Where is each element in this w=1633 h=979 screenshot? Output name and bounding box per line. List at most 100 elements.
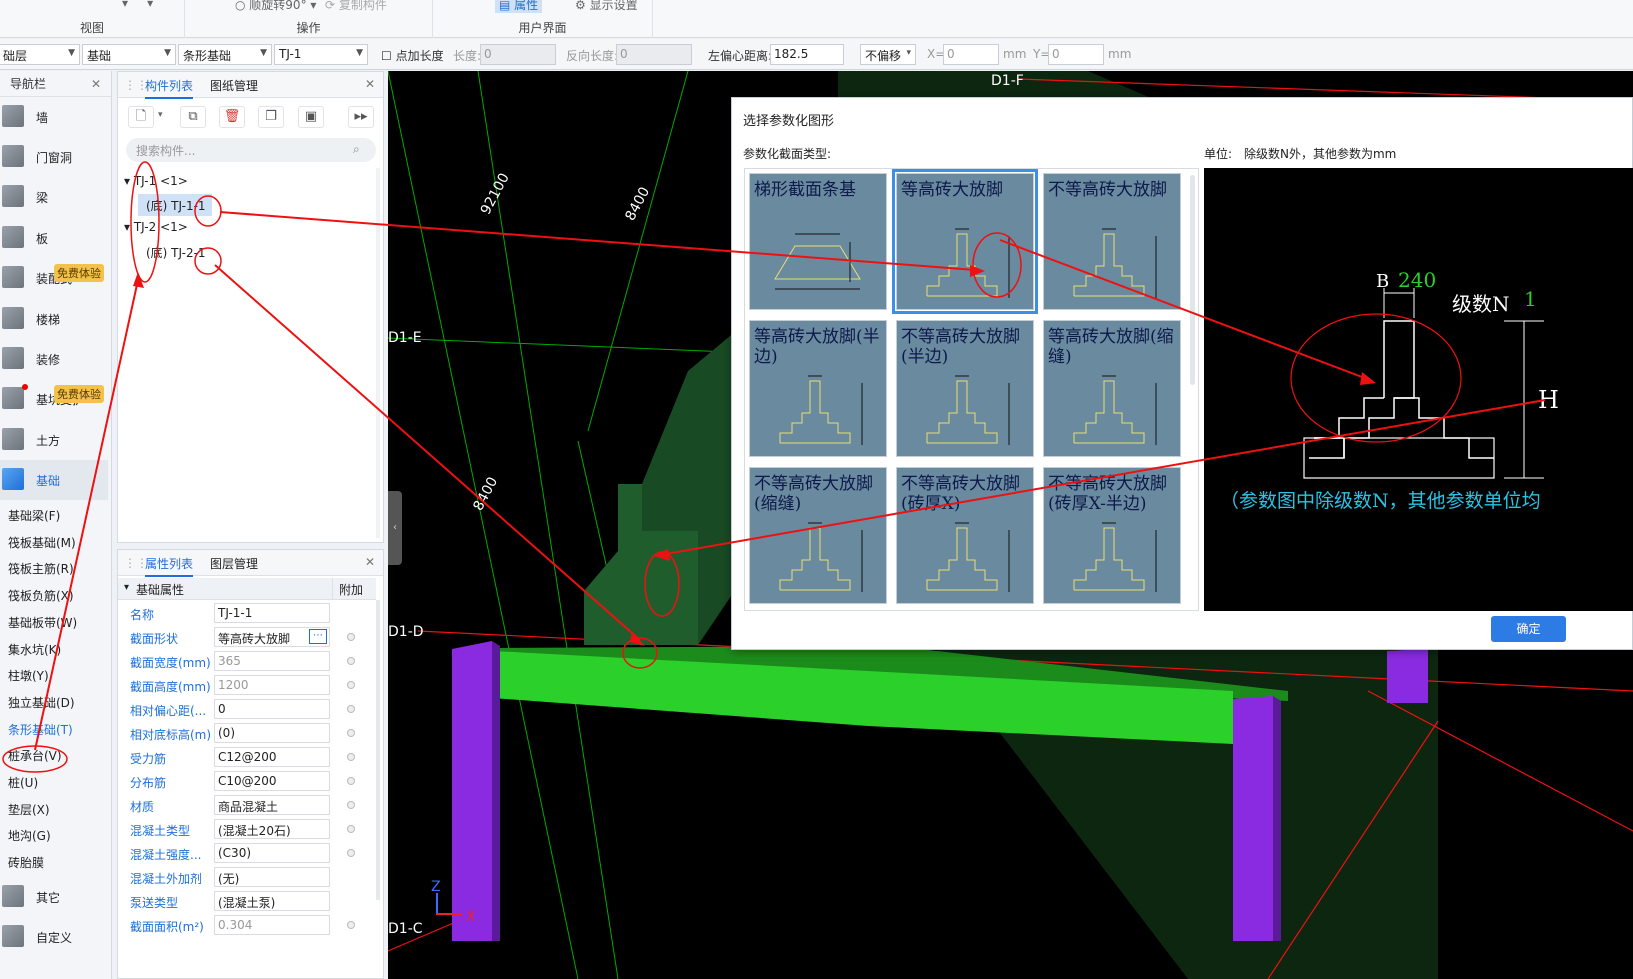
nav-subitem[interactable]: 地沟(G) [8, 827, 51, 844]
nav-item-decoration[interactable]: 装修 [0, 339, 108, 379]
close-icon[interactable]: ✕ [91, 71, 101, 97]
checkbox-icon[interactable] [347, 681, 355, 689]
property-value[interactable]: TJ-1-1 [214, 603, 330, 623]
search-input[interactable]: 搜索构件... [126, 138, 376, 162]
nav-item-slab[interactable]: 板 [0, 218, 108, 258]
nav-item-door-window[interactable]: 门窗洞 [0, 137, 108, 177]
shape-option[interactable]: 等高砖大放脚 [892, 169, 1038, 314]
ok-button[interactable]: 确定 [1491, 616, 1566, 642]
tab-drawing-manage[interactable]: 图纸管理 [210, 77, 258, 94]
nav-item-beam[interactable]: 梁 [0, 177, 108, 217]
checkbox-icon[interactable] [347, 657, 355, 665]
property-value[interactable]: (C30) [214, 843, 330, 863]
shape-option[interactable]: 不等高砖大放脚(缩缝) [749, 467, 887, 604]
nav-subitem[interactable]: 筏板负筋(X) [8, 587, 74, 604]
display-settings-button[interactable]: ⚙ 显示设置 [575, 0, 638, 13]
shape-option[interactable]: 梯形截面条基 [749, 173, 887, 310]
more-options-icon[interactable]: ⋯ [309, 629, 327, 644]
floor-select[interactable]: 础层 ▼ [0, 44, 80, 65]
property-row[interactable]: 截面形状 等高砖大放脚 ⋯ [118, 625, 376, 649]
property-value[interactable]: 等高砖大放脚 ⋯ [214, 627, 330, 647]
scrollbar[interactable] [376, 168, 380, 538]
nav-subitem[interactable]: 筏板主筋(R) [8, 560, 74, 577]
nav-item-foundation[interactable]: 基础 [0, 460, 108, 500]
checkbox-icon[interactable] [347, 753, 355, 761]
tree-leaf-tj2-1[interactable]: (底) TJ-2-1 [146, 244, 206, 261]
nav-subitem[interactable]: 集水坑(K) [8, 641, 61, 658]
tree-node-tj1[interactable]: ▾ TJ-1 <1> [124, 174, 188, 188]
property-row[interactable]: 受力筋 C12@200 [118, 745, 376, 769]
property-value[interactable]: C10@200 [214, 771, 330, 791]
property-value[interactable]: 0 [214, 699, 330, 719]
property-value[interactable]: (混凝土20石) [214, 819, 330, 839]
property-row[interactable]: 混凝土类型 (混凝土20石) [118, 817, 376, 841]
property-row[interactable]: 材质 商品混凝土 [118, 793, 376, 817]
nav-item-prefab[interactable]: 装配式免费体验 [0, 258, 108, 298]
nav-subitem[interactable]: 砖胎膜 [8, 854, 44, 871]
property-value[interactable]: 0.304 [214, 915, 330, 935]
scrollbar[interactable] [376, 600, 380, 900]
nav-subitem[interactable]: 桩承台(V) [8, 747, 62, 764]
shape-option[interactable]: 不等高砖大放脚(半边) [896, 320, 1034, 457]
shape-option[interactable]: 不等高砖大放脚 [1043, 173, 1181, 310]
element-select[interactable]: TJ-1 ▼ [274, 44, 368, 65]
nav-item-custom[interactable]: 自定义 [0, 917, 108, 957]
rotate-button[interactable]: ○ 顺旋转90° ▾ [235, 0, 316, 13]
property-value[interactable]: (无) [214, 867, 330, 887]
nav-item-stairs[interactable]: 楼梯 [0, 299, 108, 339]
close-icon[interactable]: ✕ [365, 555, 375, 569]
checkbox-icon[interactable] [347, 633, 355, 641]
nav-subitem[interactable]: 柱墩(Y) [8, 667, 49, 684]
property-row[interactable]: 相对底标高(m) (0) [118, 721, 376, 745]
property-row[interactable]: 截面宽度(mm) 365 [118, 649, 376, 673]
nav-item-wall[interactable]: 墙 [0, 97, 108, 137]
tab-component-list[interactable]: 构件列表 [145, 77, 194, 99]
tree-node-tj2[interactable]: ▾ TJ-2 <1> [124, 220, 188, 234]
checkbox-icon[interactable] [347, 801, 355, 809]
checkbox-icon[interactable] [347, 729, 355, 737]
tree-leaf-tj1-1[interactable]: (底) TJ-1-1 [138, 194, 212, 216]
length-input[interactable]: 0 [480, 44, 556, 65]
checkbox-icon[interactable] [347, 777, 355, 785]
offset-mode-select[interactable]: 不偏移 ▾ [860, 44, 916, 65]
scrollbar[interactable] [1190, 175, 1195, 385]
property-row[interactable]: 相对偏心距(... 0 [118, 697, 376, 721]
reverse-length-input[interactable]: 0 [616, 44, 692, 65]
checkbox-icon[interactable] [347, 849, 355, 857]
nav-subitem[interactable]: 桩(U) [8, 774, 38, 791]
copy-component-button[interactable]: ⟳ 复制构件 [325, 0, 387, 13]
expand-icon[interactable]: ▸▸ [348, 106, 374, 128]
property-row[interactable]: 混凝土外加剂 (无) [118, 865, 376, 889]
shape-option[interactable]: 等高砖大放脚(缩缝) [1043, 320, 1181, 457]
layer-copy-icon[interactable]: ❐ [258, 106, 284, 128]
delete-icon[interactable]: 🗑 [219, 106, 245, 128]
left-offset-input[interactable]: 182.5 [770, 44, 844, 65]
property-row[interactable]: 分布筋 C10@200 [118, 769, 376, 793]
nav-subitem[interactable]: 基础板带(W) [8, 614, 77, 631]
x-input[interactable]: 0 [943, 44, 999, 65]
checkbox-icon[interactable] [347, 921, 355, 929]
close-icon[interactable]: ✕ [365, 77, 375, 91]
property-value[interactable]: 1200 [214, 675, 330, 695]
checkbox-icon[interactable] [347, 705, 355, 713]
property-value[interactable]: (0) [214, 723, 330, 743]
property-group-header[interactable]: ▾ 基础属性 附加 [118, 578, 376, 600]
property-row[interactable]: 混凝土强度... (C30) [118, 841, 376, 865]
collapse-panel-handle[interactable]: ‹ [388, 491, 402, 565]
nav-subitem[interactable]: 基础梁(F) [8, 507, 60, 524]
attribute-button[interactable]: ▤ 属性 [495, 0, 543, 13]
property-row[interactable]: 截面面积(m²) 0.304 [118, 913, 376, 937]
type-select[interactable]: 条形基础 ▼ [178, 44, 272, 65]
shape-option[interactable]: 不等高砖大放脚(砖厚X-半边) [1043, 467, 1181, 604]
shape-option[interactable]: 等高砖大放脚(半边) [749, 320, 887, 457]
property-row[interactable]: 名称 TJ-1-1 [118, 601, 376, 625]
checkbox-icon[interactable] [347, 825, 355, 833]
nav-subitem[interactable]: 筏板基础(M) [8, 534, 76, 551]
property-value[interactable]: 商品混凝土 [214, 795, 330, 815]
property-value[interactable]: 365 [214, 651, 330, 671]
chevron-down-icon[interactable]: ▾ [158, 110, 163, 120]
nav-subitem[interactable]: 独立基础(D) [8, 694, 75, 711]
nav-subitem[interactable]: 垫层(X) [8, 801, 50, 818]
nav-item-pit-support[interactable]: 基坑支护免费体验 [0, 379, 108, 419]
property-row[interactable]: 泵送类型 (混凝土泵) [118, 889, 376, 913]
